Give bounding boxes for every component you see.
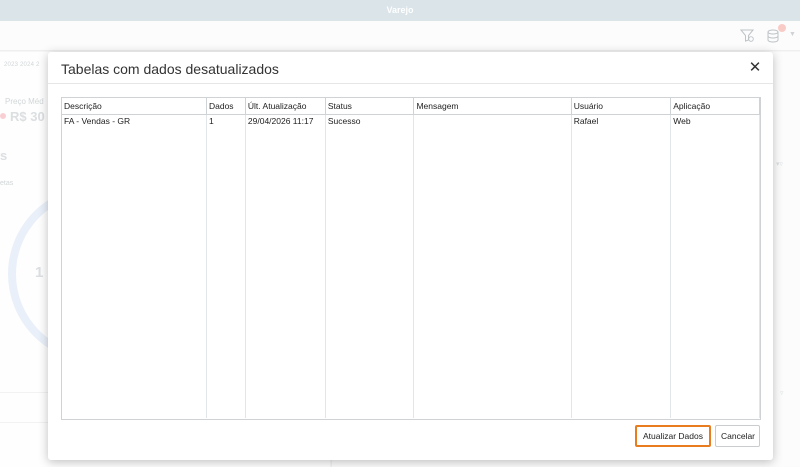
outdated-tables-grid[interactable]: Descrição Dados Últ. Atualização Status … <box>61 97 761 420</box>
cell-usuario: Rafael <box>571 114 672 128</box>
divider <box>48 83 773 84</box>
empty-filler-row <box>62 128 760 418</box>
cell-ult-atualizacao: 29/04/2026 11:17 <box>245 114 326 128</box>
cell-status: Sucesso <box>325 114 415 128</box>
column-header-status[interactable]: Status <box>325 98 415 115</box>
column-header-aplicacao[interactable]: Aplicação <box>670 98 760 115</box>
data-table: Descrição Dados Últ. Atualização Status … <box>62 98 760 418</box>
column-header-mensagem[interactable]: Mensagem <box>413 98 572 115</box>
update-data-button[interactable]: Atualizar Dados <box>635 425 711 447</box>
cell-descricao: FA - Vendas - GR <box>62 114 207 128</box>
cell-dados: 1 <box>206 114 246 128</box>
column-header-descricao[interactable]: Descrição <box>62 98 207 115</box>
outdated-tables-dialog: Tabelas com dados desatualizados ✕ Descr… <box>48 52 773 460</box>
column-header-usuario[interactable]: Usuário <box>571 98 672 115</box>
cell-aplicacao: Web <box>670 114 760 128</box>
cell-mensagem <box>413 114 572 128</box>
close-icon[interactable]: ✕ <box>746 59 764 77</box>
dialog-title: Tabelas com dados desatualizados <box>61 61 279 77</box>
column-header-dados[interactable]: Dados <box>206 98 246 115</box>
table-header-row: Descrição Dados Últ. Atualização Status … <box>62 98 760 115</box>
column-header-ult-atualizacao[interactable]: Últ. Atualização <box>245 98 326 115</box>
cancel-button[interactable]: Cancelar <box>715 425 760 447</box>
table-row[interactable]: FA - Vendas - GR 1 29/04/2026 11:17 Suce… <box>62 114 760 128</box>
